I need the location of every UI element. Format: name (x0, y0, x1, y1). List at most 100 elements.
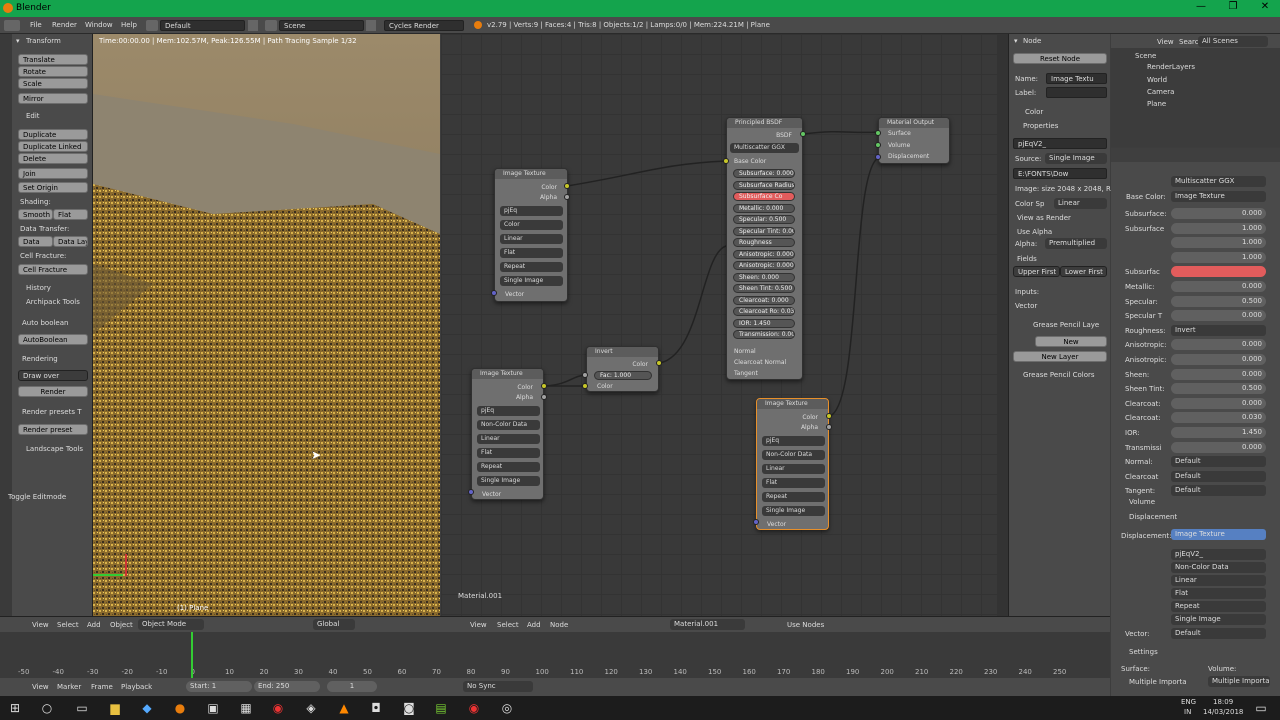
outliner-world[interactable]: World (1147, 76, 1167, 84)
base-color-link[interactable]: Image Texture (1171, 191, 1266, 202)
layout-field[interactable]: Default (160, 20, 245, 31)
app7-icon[interactable]: ◎ (497, 698, 517, 718)
lang-in[interactable]: IN (1184, 708, 1191, 716)
maximize-button[interactable]: ❐ (1218, 1, 1248, 12)
archipack-header[interactable]: Archipack Tools (26, 298, 80, 306)
invert-color-out-socket[interactable] (656, 360, 662, 366)
node-editor[interactable]: Image Texture Color Alpha pjEq Color Lin… (441, 34, 1008, 616)
app3-icon[interactable]: ◈ (301, 698, 321, 718)
outliner-scene[interactable]: Scene (1135, 52, 1156, 60)
disp-option-dropdown[interactable]: Flat (1171, 588, 1266, 599)
tex2-color-socket[interactable] (541, 383, 547, 389)
material-selector[interactable]: Material.001 (670, 619, 745, 630)
invert-fac-socket[interactable] (582, 372, 588, 378)
rotate-button[interactable]: Rotate (18, 66, 88, 77)
view-as-render-checkbox[interactable]: View as Render (1017, 214, 1071, 222)
toolshelf-tabs[interactable] (0, 34, 12, 616)
mirror-button[interactable]: Mirror (18, 93, 88, 104)
image-texture-node-2[interactable]: Image Texture Color Alpha pjEq Non-Color… (471, 368, 544, 500)
source-dropdown[interactable]: Single Image (762, 506, 825, 516)
store-icon[interactable]: ▣ (203, 698, 223, 718)
bsdf-row[interactable]: Anisotropic: 0.000 (733, 249, 795, 259)
use-nodes-checkbox[interactable]: Use Nodes (787, 621, 824, 629)
chrome2-icon[interactable]: ◉ (464, 698, 484, 718)
translate-button[interactable]: Translate (18, 54, 88, 65)
prop-row-value[interactable]: 0.000 (1171, 368, 1266, 380)
scene-icon[interactable] (265, 20, 277, 31)
prop-row-value[interactable]: 0.000 (1171, 208, 1266, 219)
bsdf-row[interactable]: Clearcoat Ro: 0.030 (733, 307, 795, 316)
tex3-vector-socket[interactable] (753, 519, 759, 525)
scale-button[interactable]: Scale (18, 78, 88, 89)
scene-field[interactable]: Scene (279, 20, 364, 31)
volume-header[interactable]: Volume (1129, 498, 1155, 506)
properties-tabs[interactable] (1111, 148, 1280, 162)
transform-header[interactable]: Transform (26, 37, 61, 45)
surface-socket[interactable] (875, 130, 881, 136)
landscape-header[interactable]: Landscape Tools (26, 445, 83, 453)
task-view-icon[interactable]: ▭ (72, 698, 92, 718)
vlc-icon[interactable]: ▲ (334, 698, 354, 718)
interpolation-dropdown[interactable]: Linear (500, 234, 563, 244)
prop-row-value[interactable]: 0.000 (1171, 310, 1266, 322)
timeline-view-menu[interactable]: View (32, 683, 49, 691)
render-button[interactable]: Render (18, 386, 88, 397)
projection-dropdown[interactable]: Flat (762, 478, 825, 488)
fac-field[interactable]: Fac: 1.000 (594, 371, 652, 380)
blender-taskbar-icon[interactable]: ● (170, 698, 190, 718)
base-color-socket[interactable] (723, 158, 729, 164)
outliner-view-menu[interactable]: View (1157, 38, 1174, 46)
projection-dropdown[interactable]: Flat (500, 248, 563, 258)
tex2-vector-socket[interactable] (468, 489, 474, 495)
prop-row-value[interactable]: Default (1171, 470, 1266, 482)
gp-new-button[interactable]: New (1035, 336, 1107, 347)
menu-help[interactable]: Help (121, 21, 137, 29)
bsdf-row[interactable]: Subsurface Co (733, 192, 795, 201)
settings-header[interactable]: Settings (1129, 648, 1158, 656)
principled-bsdf-node[interactable]: Principled BSDF BSDF Multiscatter GGX Ba… (726, 117, 803, 380)
color-space-dropdown[interactable]: Linear (1054, 198, 1107, 209)
outliner-renderlayers[interactable]: RenderLayers (1147, 63, 1195, 71)
node-label-field[interactable] (1046, 87, 1107, 98)
menu-window[interactable]: Window (85, 21, 113, 29)
file-explorer-icon[interactable]: ▆ (105, 698, 125, 718)
prop-row-value[interactable]: Invert (1171, 324, 1266, 336)
windows-start-icon[interactable]: ⊞ (5, 698, 25, 718)
disp-image-selector[interactable]: pjEqV2_ (1171, 549, 1266, 560)
menu-render[interactable]: Render (52, 21, 77, 29)
3d-view-menu[interactable]: View (32, 621, 49, 629)
fields-checkbox[interactable]: Fields (1017, 255, 1037, 263)
prop-row-value[interactable]: 1.000 (1171, 222, 1266, 234)
new-layer-button[interactable]: New Layer (1013, 351, 1107, 362)
distribution-dropdown[interactable]: Multiscatter GGX (1171, 176, 1266, 187)
close-button[interactable]: ✕ (1250, 1, 1280, 12)
extension-dropdown[interactable]: Repeat (762, 492, 825, 502)
flat-button[interactable]: Flat (53, 209, 88, 220)
node-add-menu[interactable]: Add (527, 621, 541, 629)
extension-dropdown[interactable]: Repeat (477, 462, 540, 472)
data-lay-button[interactable]: Data Lay (53, 236, 88, 247)
invert-color-in-socket[interactable] (582, 383, 588, 389)
orientation-dropdown[interactable]: Global (313, 619, 355, 630)
notifications-icon[interactable]: ▭ (1251, 698, 1271, 718)
color-space-dropdown[interactable]: Non-Color Data (477, 420, 540, 430)
prop-row-value[interactable]: 0.000 (1171, 397, 1266, 409)
bsdf-row[interactable]: Clearcoat: 0.000 (733, 295, 795, 305)
current-frame-marker[interactable] (191, 632, 193, 678)
bsdf-row[interactable]: Sheen: 0.000 (733, 272, 795, 282)
source-dropdown[interactable]: Single Image (477, 476, 540, 486)
tex1-color-socket[interactable] (564, 183, 570, 189)
bsdf-row[interactable]: Specular: 0.500 (733, 215, 795, 224)
bsdf-row[interactable]: Transmission: 0.000 (733, 330, 795, 339)
prop-row-value[interactable]: 0.500 (1171, 383, 1266, 395)
vector-dropdown[interactable]: Default (1171, 628, 1266, 639)
tex2-alpha-socket[interactable] (541, 394, 547, 400)
mode-dropdown[interactable]: Object Mode (138, 619, 204, 630)
bsdf-row[interactable]: Subsurface Radius (733, 180, 795, 190)
multiple-importance-checkbox[interactable]: Multiple Importa (1129, 678, 1187, 686)
disp-option-dropdown[interactable]: Single Image (1171, 614, 1266, 625)
prop-row-value[interactable]: 0.000 (1171, 441, 1266, 453)
minimize-button[interactable]: — (1186, 1, 1216, 12)
invert-node[interactable]: Invert Color Fac: 1.000 Color (586, 346, 659, 392)
draw-over-dropdown[interactable]: Draw over (18, 370, 88, 381)
